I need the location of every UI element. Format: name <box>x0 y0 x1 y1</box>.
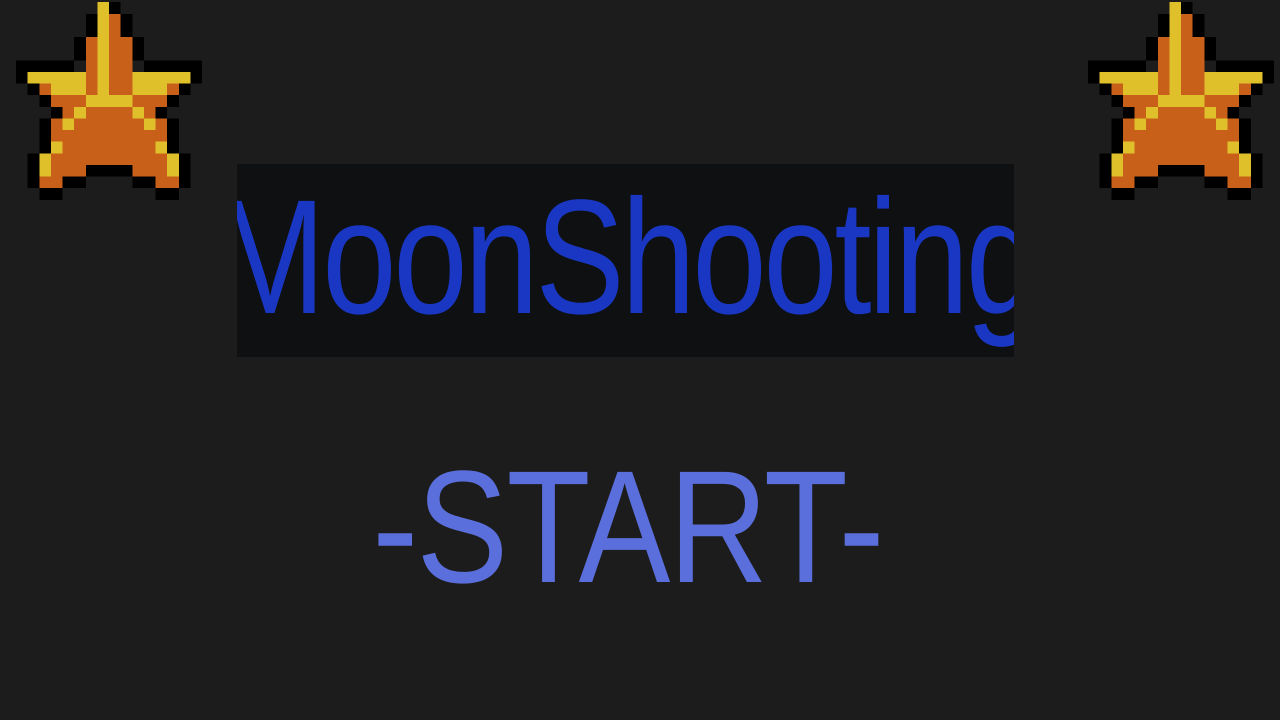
star-icon <box>1088 2 1274 200</box>
game-title: MoonShooting <box>237 165 1014 348</box>
title-screen: MoonShooting -START- <box>0 0 1280 720</box>
star-icon <box>16 2 202 200</box>
start-button[interactable]: -START- <box>372 447 884 607</box>
game-title-banner: MoonShooting <box>237 164 1014 357</box>
